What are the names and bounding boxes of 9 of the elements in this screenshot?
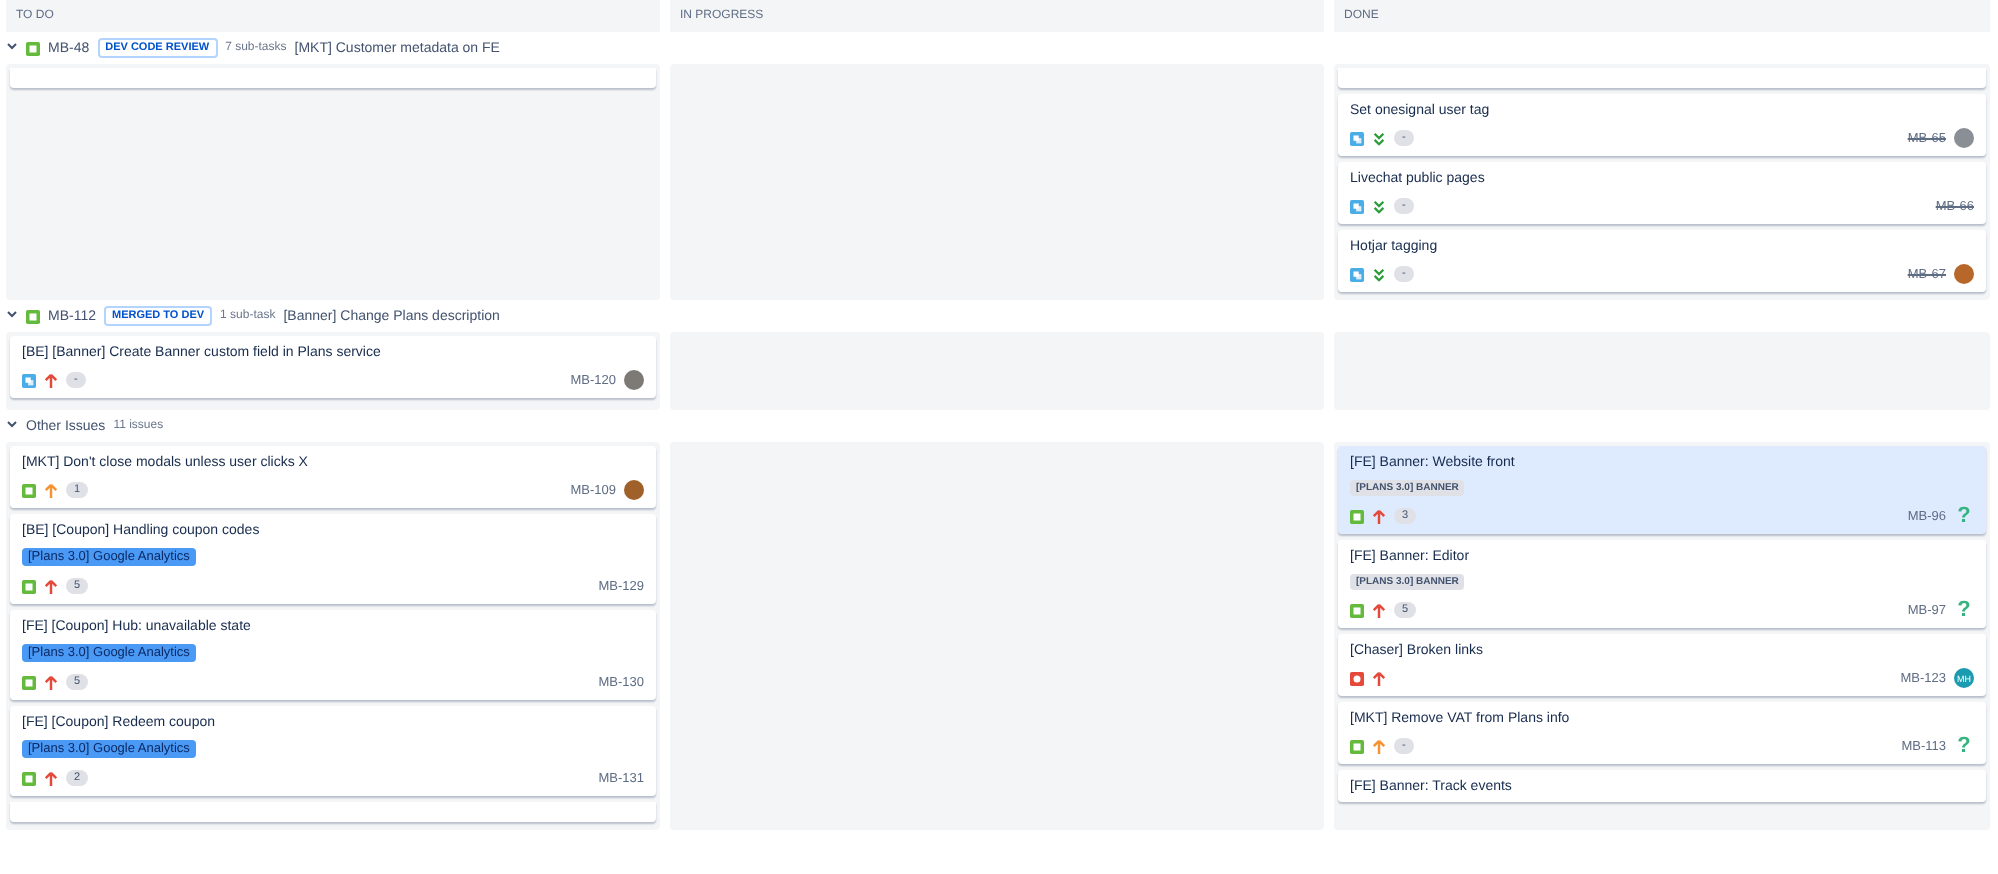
story-icon xyxy=(26,41,40,55)
avatar[interactable] xyxy=(1954,264,1974,284)
avatar[interactable] xyxy=(624,370,644,390)
avatar[interactable] xyxy=(1954,128,1974,148)
chevron-icon[interactable] xyxy=(6,308,18,320)
chevron-icon[interactable] xyxy=(6,40,18,52)
story-icon xyxy=(26,309,40,323)
avatar[interactable] xyxy=(624,480,644,500)
chevron-icon[interactable] xyxy=(6,418,18,430)
